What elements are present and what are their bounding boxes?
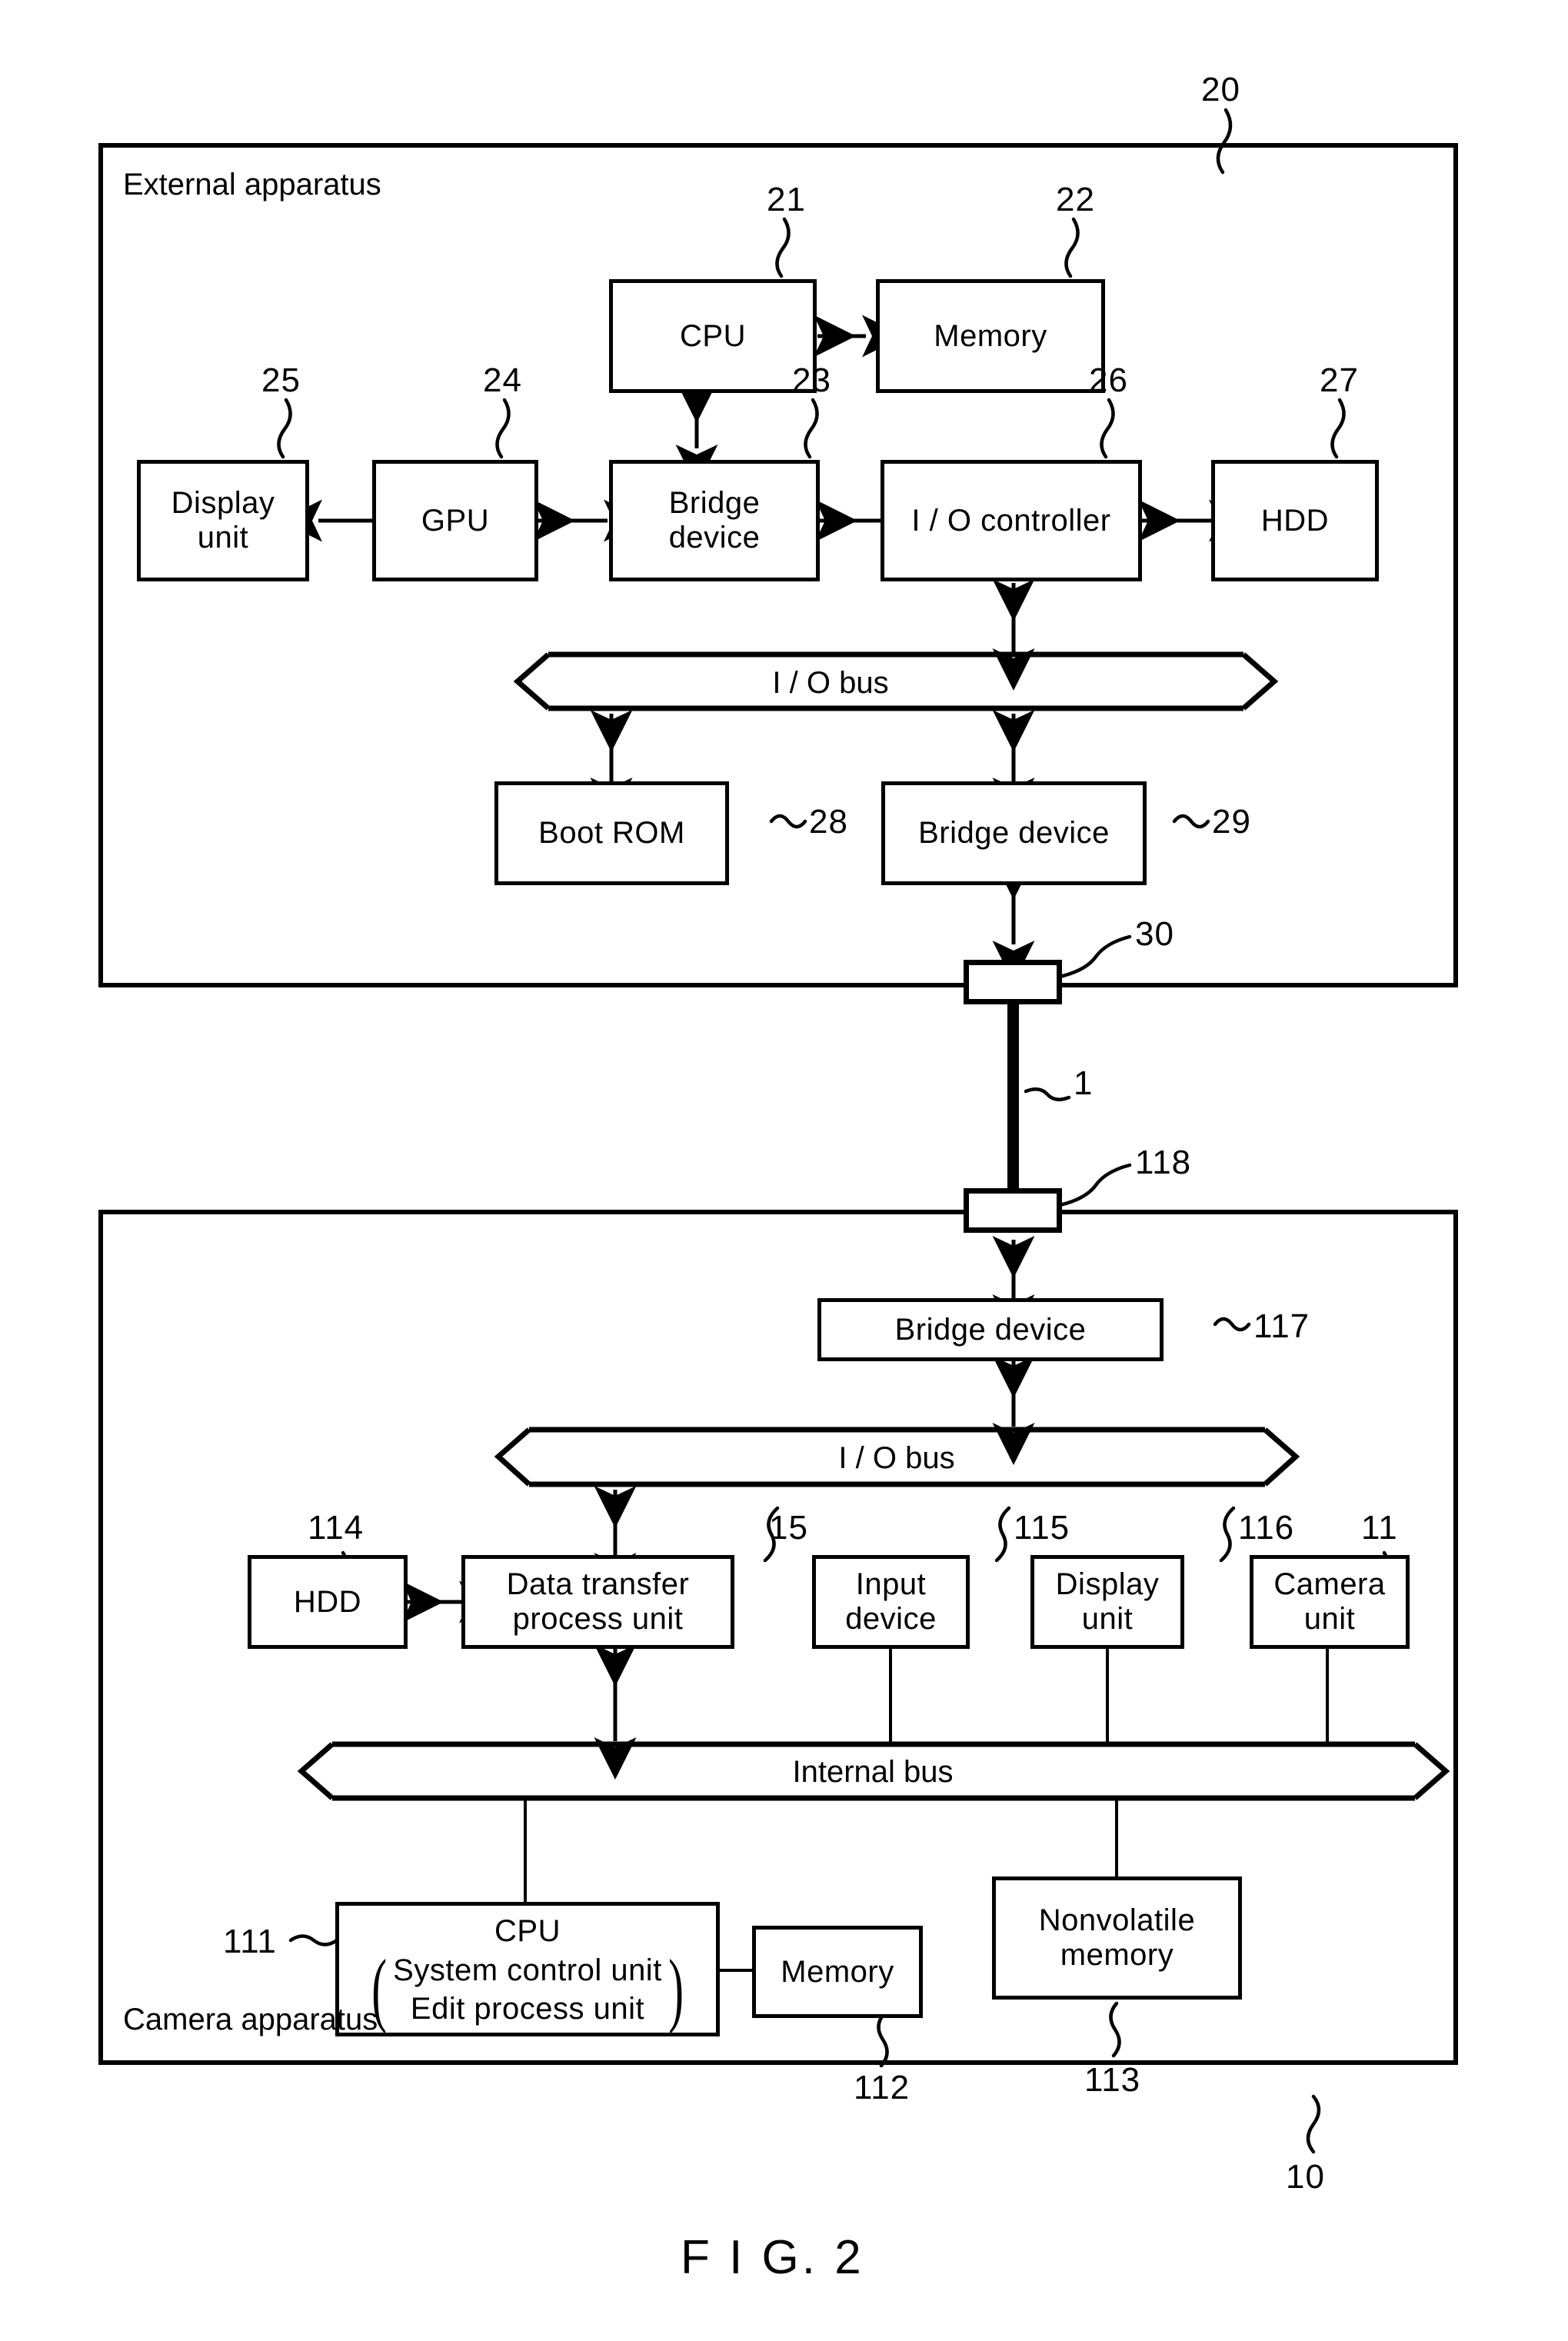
camera-bridge-device-box: Bridge device	[817, 1298, 1164, 1361]
external-apparatus-label: External apparatus	[123, 168, 381, 201]
external-bridge-device-label-line1: Bridge	[668, 486, 761, 521]
ref-118: 118	[1135, 1144, 1192, 1181]
ref-11: 11	[1361, 1509, 1398, 1547]
nonvolatile-memory-box: Nonvolatile memory	[992, 1876, 1242, 2000]
camera-io-bus-label: I / O bus	[838, 1441, 955, 1475]
ref-30: 30	[1135, 915, 1174, 953]
close-paren-glyph: )	[668, 1943, 684, 2035]
interface-cable	[1007, 1000, 1019, 1197]
camera-memory-box: Memory	[752, 1926, 923, 2018]
camera-apparatus-label: Camera apparatus	[123, 2003, 378, 2036]
external-bridge-device-label-line2: device	[668, 521, 761, 554]
internal-bus-label: Internal bus	[792, 1755, 954, 1789]
external-cpu-box: CPU	[609, 279, 817, 393]
external-display-unit-label-line1: Display	[171, 486, 275, 521]
connector-118-box	[964, 1188, 1062, 1233]
external-gpu-label: GPU	[421, 503, 490, 538]
ref-114: 114	[308, 1509, 365, 1547]
data-transfer-process-unit-box: Data transfer process unit	[461, 1555, 734, 1649]
ref-27: 27	[1320, 361, 1359, 399]
external-io-controller-label: I / O controller	[911, 503, 1111, 538]
data-transfer-label-line2: process unit	[512, 1602, 684, 1636]
ref-116: 116	[1238, 1509, 1295, 1547]
camera-memory-label: Memory	[781, 1954, 894, 1989]
ref-29: 29	[1212, 803, 1251, 841]
external-bridge-device-2-label: Bridge device	[918, 816, 1110, 851]
external-hdd-label: HDD	[1260, 503, 1330, 538]
camera-cpu-sub1: System control unit	[393, 1953, 662, 1988]
data-transfer-label-line1: Data transfer	[506, 1567, 690, 1602]
external-cpu-label: CPU	[680, 318, 746, 353]
input-device-label-line1: Input	[855, 1567, 927, 1602]
camera-cpu-content: CPU ( System control unit Edit process u…	[339, 1906, 716, 2033]
external-bridge-device-box: Bridge device	[609, 460, 820, 581]
ref-117: 117	[1253, 1307, 1310, 1345]
nonvolatile-memory-label-line2: memory	[1060, 1938, 1174, 1972]
camera-cpu-title: CPU	[494, 1913, 561, 1948]
input-device-box: Input device	[812, 1555, 970, 1649]
figure-caption: F I G. 2	[681, 2231, 864, 2284]
ref-15: 15	[769, 1509, 808, 1547]
ref-22: 22	[1056, 181, 1095, 218]
boot-rom-label: Boot ROM	[538, 816, 685, 851]
external-memory-box: Memory	[876, 279, 1105, 393]
ref-21: 21	[767, 181, 806, 218]
external-display-unit-box: Display unit	[137, 460, 309, 581]
camera-display-unit-box: Display unit	[1030, 1555, 1184, 1649]
camera-cpu-box: CPU ( System control unit Edit process u…	[335, 1902, 720, 2036]
external-io-bus-label: I / O bus	[772, 666, 889, 700]
ref-24: 24	[483, 361, 522, 399]
ref-28: 28	[809, 803, 848, 841]
nonvolatile-memory-label-line1: Nonvolatile	[1038, 1903, 1196, 1938]
connector-30-box	[964, 960, 1062, 1004]
external-memory-label: Memory	[934, 318, 1047, 353]
figure-page: External apparatus 20 CPU 21 Memory 22 D…	[0, 0, 1568, 2341]
external-io-controller-box: I / O controller	[881, 460, 1142, 581]
ref-23: 23	[792, 361, 831, 399]
camera-unit-label-line1: Camera	[1273, 1567, 1386, 1602]
camera-display-unit-label-line2: unit	[1081, 1602, 1134, 1636]
camera-unit-box: Camera unit	[1250, 1555, 1410, 1649]
boot-rom-box: Boot ROM	[494, 781, 729, 885]
camera-hdd-box: HDD	[248, 1555, 408, 1649]
ref-113: 113	[1084, 2061, 1141, 2099]
ref-20: 20	[1201, 71, 1240, 108]
external-display-unit-label-line2: unit	[197, 521, 249, 554]
input-device-label-line2: device	[845, 1602, 937, 1636]
external-gpu-box: GPU	[372, 460, 538, 581]
external-bridge-device-2-box: Bridge device	[881, 781, 1147, 885]
camera-bridge-device-label: Bridge device	[894, 1312, 1087, 1347]
external-hdd-box: HDD	[1211, 460, 1379, 581]
ref-111: 111	[223, 1923, 277, 1960]
camera-hdd-label: HDD	[293, 1584, 362, 1619]
camera-unit-label-line2: unit	[1303, 1602, 1356, 1636]
ref-112: 112	[854, 2069, 911, 2106]
ref-26: 26	[1089, 361, 1128, 399]
camera-cpu-sub2: Edit process unit	[410, 1992, 645, 2026]
ref-10: 10	[1286, 2158, 1325, 2196]
camera-display-unit-label-line1: Display	[1055, 1567, 1160, 1602]
ref-25: 25	[261, 361, 301, 399]
ref-1: 1	[1074, 1064, 1094, 1102]
ref-115: 115	[1014, 1509, 1070, 1547]
